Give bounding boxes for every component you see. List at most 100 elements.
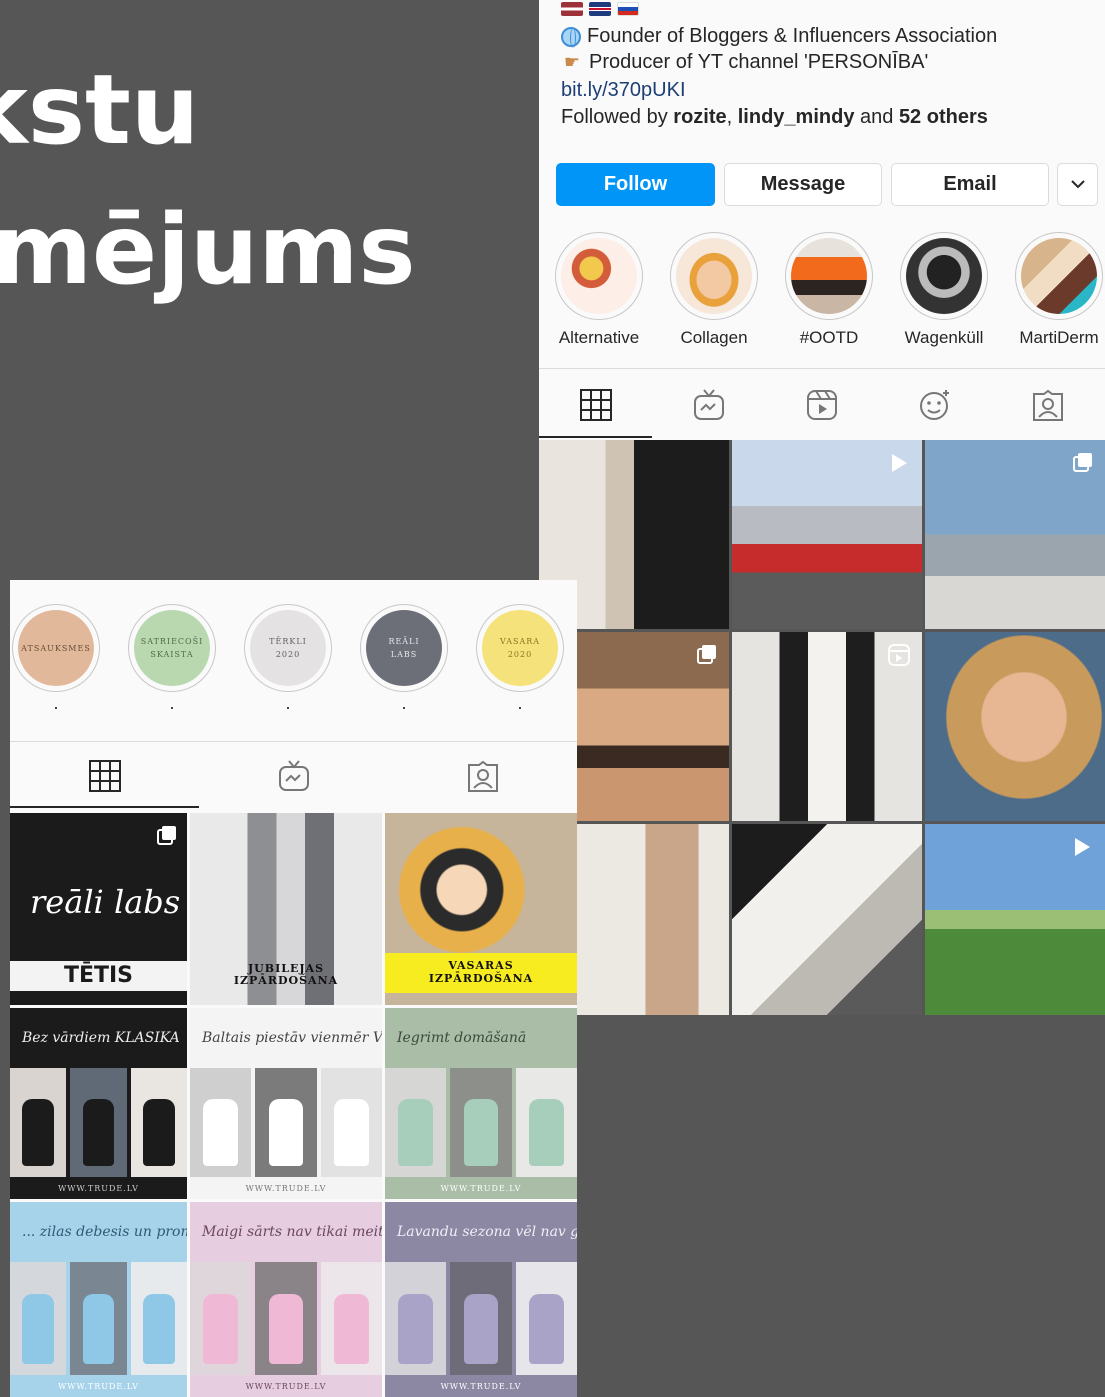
follow-button[interactable]: Follow — [556, 163, 715, 206]
post-caption-jubilejas: JUBILEJAS IZPĀRDOŠANA — [190, 963, 382, 987]
profile-screenshot-left: ATSAUKSMES · SATRIECOŠI SKAISTA · TĒRKLI 2… — [10, 580, 577, 1397]
tab-tagged[interactable] — [992, 369, 1105, 440]
highlight-label: #OOTD — [799, 328, 859, 347]
bio-link[interactable]: bit.ly/370pUKI — [561, 79, 686, 102]
message-button[interactable]: Message — [724, 163, 882, 206]
highlight-cover-bw — [906, 238, 982, 314]
highlight-dot: · — [517, 697, 523, 717]
highlight-collagen[interactable]: Collagen — [670, 232, 758, 348]
tab-igtv[interactable] — [652, 369, 765, 440]
post-zilas-debesis[interactable]: ... zilas debesis un prom vasarā WWW.TRU… — [10, 1202, 187, 1397]
post-jubilejas[interactable]: JUBILEJAS IZPĀRDOŠANA — [190, 813, 382, 1005]
tab-igtv[interactable] — [199, 742, 388, 810]
followed-and: and — [854, 106, 899, 128]
highlight-reali-labs[interactable]: REĀLI LABS · — [360, 604, 448, 716]
followed-separator: , — [726, 106, 738, 128]
vasaras-line2: IZPĀRDOŠANA — [428, 972, 534, 985]
post-site: WWW.TRUDE.LV — [385, 1177, 577, 1199]
tab-tagged[interactable] — [388, 742, 577, 810]
slide-title-line-1: kstu — [0, 54, 200, 166]
post-lavandu[interactable]: Lavandu sezona vēl nav galā WWW.TRUDE.LV — [385, 1202, 577, 1397]
post-thumbnail[interactable] — [925, 632, 1105, 821]
tab-grid[interactable] — [539, 369, 653, 440]
highlight-terkli-2020[interactable]: TĒRKLI 2020 · — [244, 604, 332, 717]
vasaras-line1: VASARAS — [448, 959, 514, 972]
highlight-ootd[interactable]: #OOTD — [785, 232, 873, 348]
highlight-satriecosi-skaista[interactable]: SATRIECOŠI SKAISTA · — [128, 604, 216, 717]
post-vasaras[interactable]: VASARAS IZPĀRDOŠANA — [385, 813, 577, 1005]
grid-icon — [88, 760, 121, 792]
reels-icon — [888, 644, 910, 666]
highlight-text-line2: 2020 — [275, 650, 301, 659]
highlight-martiderm[interactable]: MartiDerm — [1015, 232, 1103, 348]
highlight-cover-face — [676, 238, 752, 314]
post-maigi-sarts[interactable]: Maigi sārts nav tikai meitenēm WWW.TRUDE… — [190, 1202, 382, 1397]
bio-producer-text: Producer of YT channel 'PERSONĪBA' — [589, 51, 929, 73]
highlight-ring — [555, 232, 643, 320]
highlight-label: Alternative — [558, 328, 640, 347]
profile-tabs — [539, 368, 1105, 440]
highlight-atsauksmes[interactable]: ATSAUKSMES · — [12, 604, 100, 717]
highlight-label: Collagen — [680, 328, 748, 347]
post-thumbnail[interactable] — [925, 824, 1105, 1015]
highlight-cover-skincare — [1021, 238, 1097, 314]
highlight-ring: SATRIECOŠI SKAISTA — [128, 604, 216, 692]
followed-others-count: 52 others — [898, 106, 988, 128]
highlight-dot: · — [53, 697, 59, 717]
igtv-icon — [278, 760, 309, 791]
highlight-text-line1: TĒRKLI — [269, 637, 307, 646]
tab-grid[interactable] — [10, 742, 199, 810]
highlight-ring: ATSAUKSMES — [12, 604, 100, 692]
post-banner: Maigi sārts nav tikai meitenēm — [202, 1224, 382, 1240]
highlight-vasara-2020[interactable]: VASARA 2020 · — [476, 604, 564, 717]
post-collage — [10, 1068, 187, 1177]
post-thumbnail[interactable] — [577, 824, 729, 1015]
post-klasika[interactable]: Bez vārdiem KLASIKA WWW.TRUDE.LV — [10, 1008, 187, 1199]
highlight-dot: · — [285, 697, 291, 717]
followed-by[interactable]: Followed by rozite, lindy_mindy and 52 o… — [561, 106, 988, 129]
post-tetis[interactable]: reāli labs TĒTIS — [10, 813, 187, 1005]
highlight-label: MartiDerm — [1019, 328, 1099, 347]
post-thumbnail[interactable] — [577, 632, 729, 821]
post-caption-vasaras: VASARAS IZPĀRDOŠANA — [385, 953, 577, 993]
suggested-dropdown-button[interactable] — [1057, 163, 1098, 206]
tab-reels[interactable] — [765, 369, 878, 440]
highlight-cover: VASARA 2020 — [482, 610, 558, 686]
post-site: WWW.TRUDE.LV — [190, 1177, 382, 1199]
tagged-person-icon — [1033, 389, 1064, 421]
carousel-icon — [157, 826, 176, 845]
bio-founder-text: Founder of Bloggers & Influencers Associ… — [587, 25, 998, 47]
post-thumbnail[interactable] — [732, 632, 922, 821]
post-thumbnail[interactable] — [732, 824, 922, 1015]
latvia-flag-icon — [561, 2, 583, 16]
highlight-label: Wagenküll — [904, 328, 984, 347]
post-domainaja[interactable]: Iegrimt domāšanā WWW.TRUDE.LV — [385, 1008, 577, 1199]
post-site: WWW.TRUDE.LV — [10, 1375, 187, 1397]
highlight-text-line2: SKAISTA — [150, 650, 194, 659]
follower-rozite: rozite — [673, 106, 727, 128]
post-collage — [190, 1068, 382, 1177]
highlight-alternative[interactable]: Alternative — [555, 232, 643, 348]
post-banner: Iegrimt domāšanā — [397, 1030, 527, 1046]
highlight-text: ATSAUKSMES — [21, 643, 91, 653]
russia-flag-icon — [617, 2, 639, 16]
highlight-ring: TĒRKLI 2020 — [244, 604, 332, 692]
tab-effects[interactable] — [879, 369, 992, 440]
highlight-ring: REĀLI LABS — [360, 604, 448, 692]
post-thumbnail[interactable] — [925, 440, 1105, 629]
flag-emojis — [561, 2, 639, 16]
post-banner: Lavandu sezona vēl nav galā — [397, 1224, 577, 1240]
highlight-dot: · — [169, 697, 175, 717]
highlight-cover-outfit — [791, 238, 867, 314]
video-play-icon — [892, 454, 907, 472]
email-button[interactable]: Email — [891, 163, 1049, 206]
post-viemer[interactable]: Baltais piestāv vienmēr VIENMĒR WWW.TRUD… — [190, 1008, 382, 1199]
post-thumbnail[interactable] — [732, 440, 922, 629]
highlight-cover: ATSAUKSMES — [18, 610, 94, 686]
highlight-text-line2: 2020 — [507, 650, 533, 659]
post-collage — [10, 1262, 187, 1375]
grid-icon — [579, 388, 612, 421]
tagged-person-icon — [467, 760, 498, 792]
highlight-wagenkull[interactable]: Wagenküll — [900, 232, 988, 348]
reels-icon — [807, 389, 837, 420]
